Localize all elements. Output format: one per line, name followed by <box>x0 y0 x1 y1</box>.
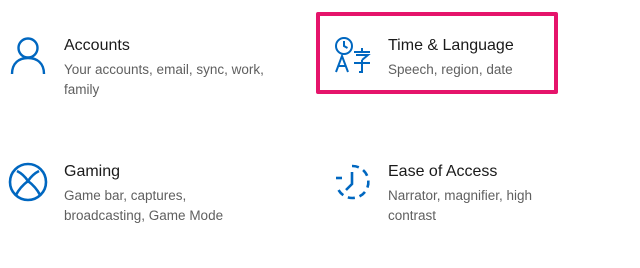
gaming-title: Gaming <box>64 163 121 180</box>
accounts-description: Your accounts, email, sync, work, family <box>64 62 264 97</box>
time-language-title: Time & Language <box>388 37 514 54</box>
time-language-icon <box>330 34 374 78</box>
ease-of-access-tile[interactable]: Ease of Access Narrator, magnifier, high… <box>330 160 570 226</box>
person-icon <box>6 34 50 78</box>
ease-of-access-description: Narrator, magnifier, high contrast <box>388 188 533 223</box>
ease-of-access-icon <box>330 160 374 204</box>
accounts-title: Accounts <box>64 37 130 54</box>
gaming-tile[interactable]: Gaming Game bar, captures, broadcasting,… <box>6 160 276 226</box>
ease-of-access-title: Ease of Access <box>388 163 498 180</box>
time-language-description: Speech, region, date <box>388 62 513 77</box>
time-language-tile[interactable]: Time & Language Speech, region, date <box>330 34 550 80</box>
accounts-tile[interactable]: Accounts Your accounts, email, sync, wor… <box>6 34 276 100</box>
settings-category-grid: Accounts Your accounts, email, sync, wor… <box>0 0 640 268</box>
xbox-icon <box>6 160 50 204</box>
gaming-description: Game bar, captures, broadcasting, Game M… <box>64 188 224 223</box>
